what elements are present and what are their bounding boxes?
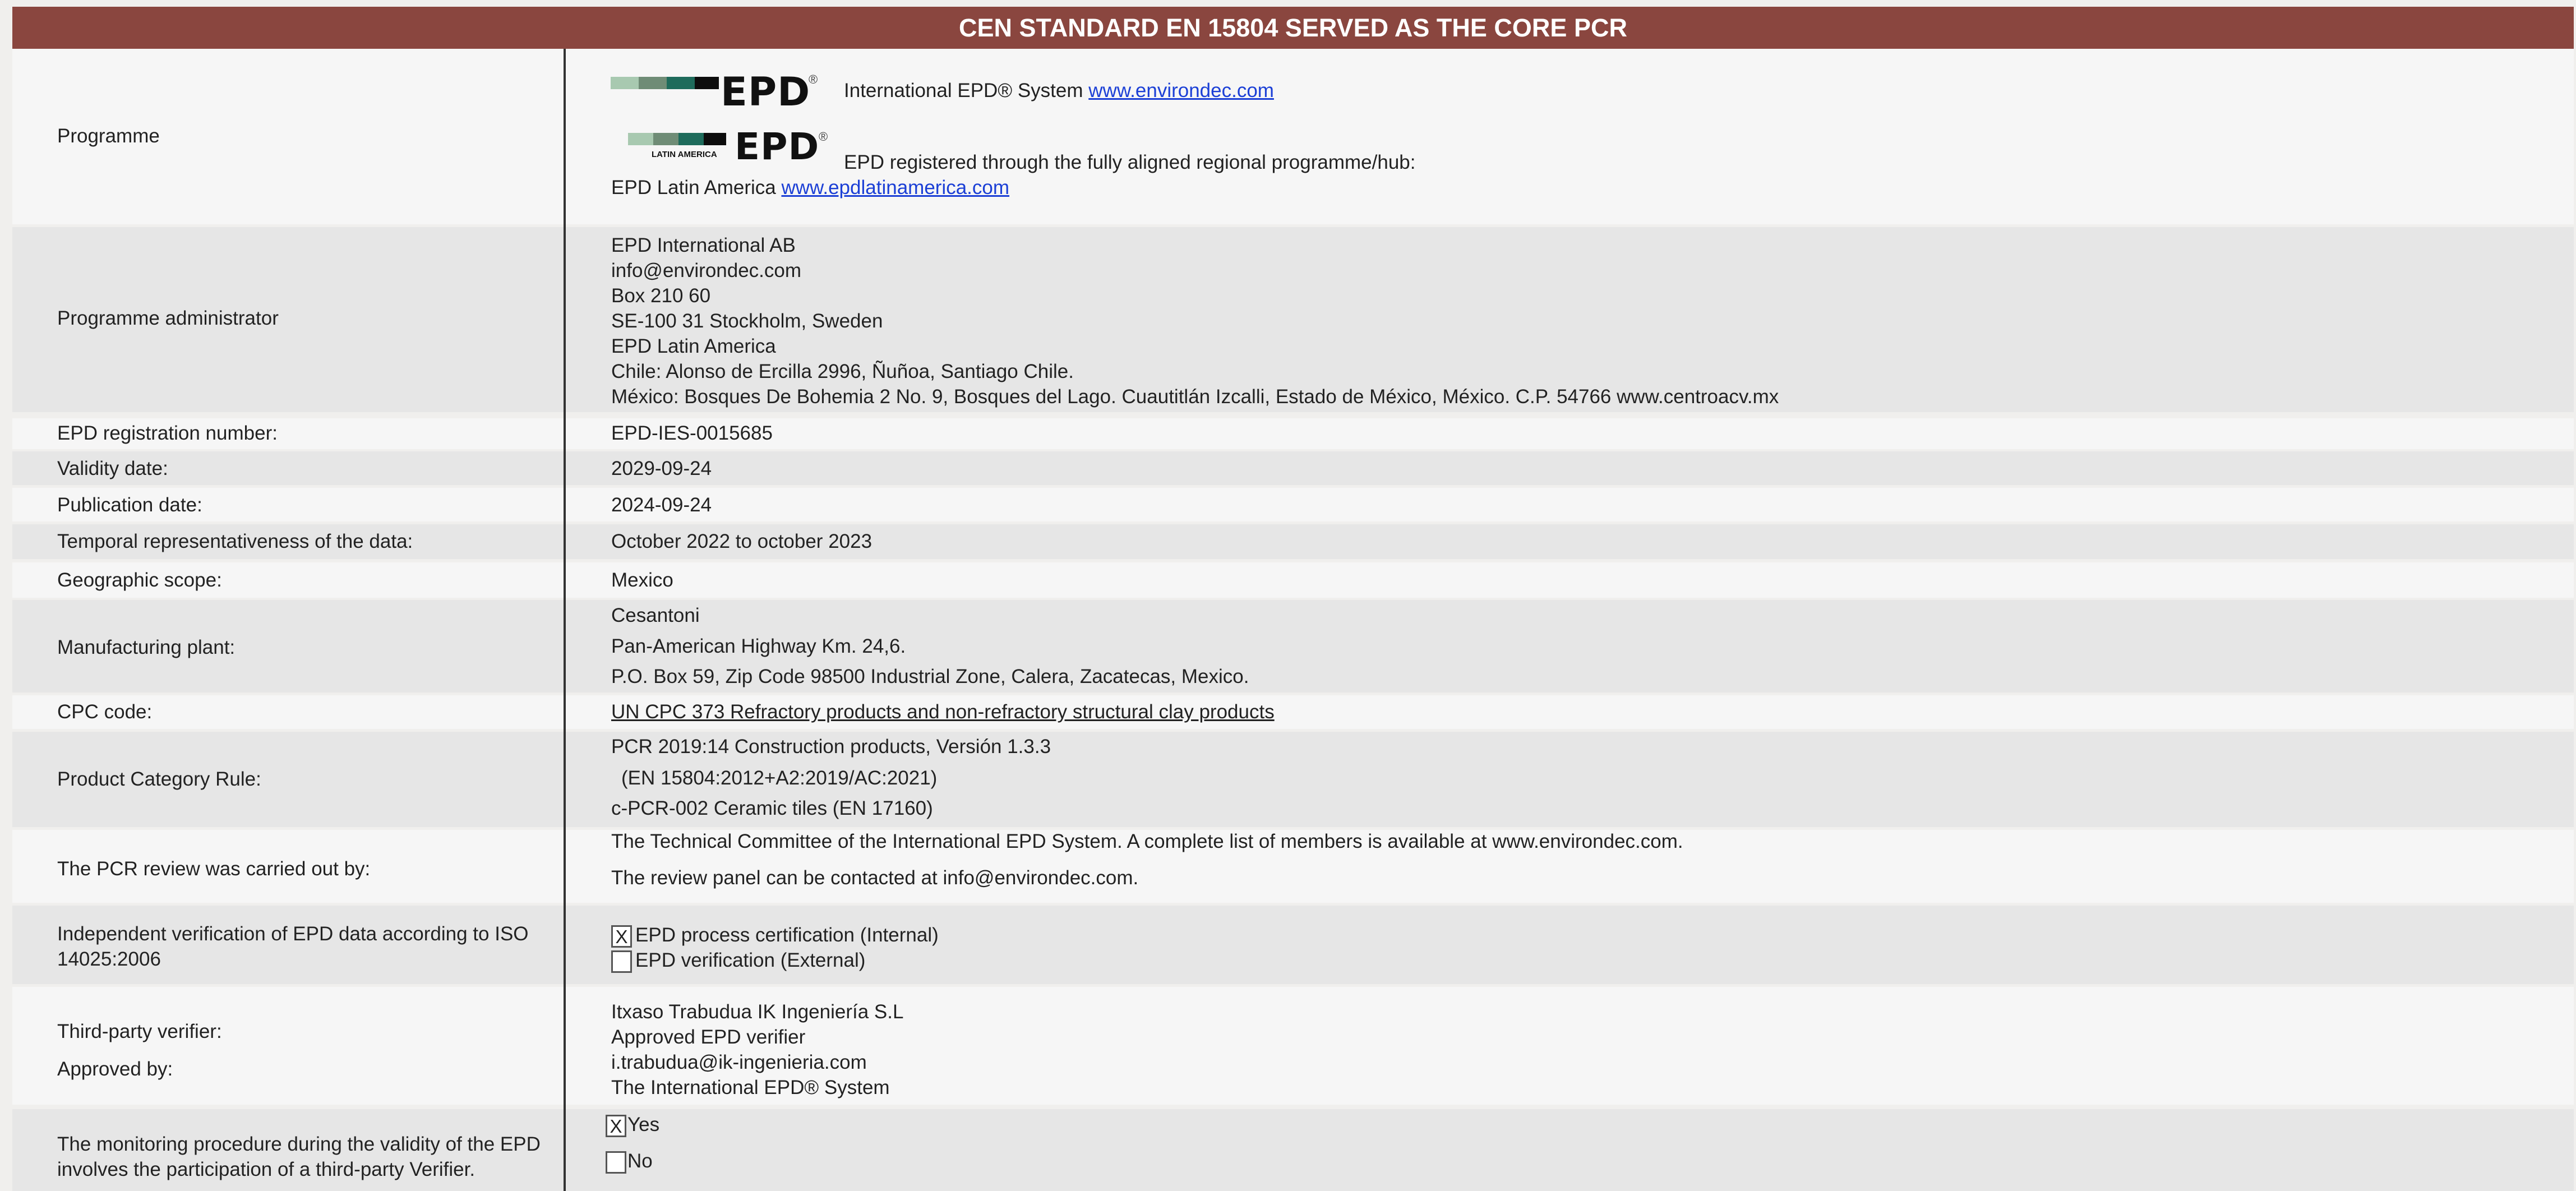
- monitoring-option-yes: X Yes: [606, 1112, 659, 1137]
- plant-line: Pan-American Highway Km. 24,6.: [611, 635, 906, 657]
- row-validity-date: Validity date: 2029-09-24: [12, 451, 2574, 485]
- monitoring-option-label: No: [627, 1150, 653, 1172]
- row-monitoring-procedure: The monitoring procedure during the vali…: [12, 1109, 2574, 1191]
- column-divider: [564, 49, 566, 1191]
- verifier-line: i.trabudua@ik-ingenieria.com: [611, 1051, 867, 1073]
- verifier-line: The International EPD® System: [611, 1077, 890, 1098]
- row-programme-administrator: Programme administrator EPD Internationa…: [12, 227, 2574, 412]
- checkbox-yes[interactable]: X: [606, 1114, 626, 1137]
- row-publication-date: Publication date: 2024-09-24: [12, 488, 2574, 521]
- environdec-link[interactable]: www.environdec.com: [1088, 80, 1274, 101]
- review-line: The review panel can be contacted at inf…: [611, 867, 1139, 889]
- validity-value: 2029-09-24: [611, 458, 712, 479]
- verification-label: Independent verification of EPD data acc…: [57, 923, 529, 970]
- row-third-party-verifier: Third-party verifier: Approved by: Itxas…: [12, 987, 2574, 1105]
- row-programme: Programme EPD ® International EPD® Syste…: [12, 49, 2574, 224]
- review-line: The Technical Committee of the Internati…: [611, 830, 1683, 852]
- row-registration-number: EPD registration number: EPD-IES-0015685: [12, 418, 2574, 449]
- plant-label: Manufacturing plant:: [57, 636, 236, 658]
- epd-logo-text: EPD: [721, 69, 811, 115]
- approved-by-label: Approved by:: [57, 1058, 173, 1080]
- temporal-label: Temporal representativeness of the data:: [57, 530, 413, 552]
- publication-label: Publication date:: [57, 494, 202, 516]
- programme-system-text: International EPD® System: [844, 80, 1089, 101]
- admin-line: EPD Latin America: [611, 335, 776, 357]
- admin-line: Chile: Alonso de Ercilla 2996, Ñuñoa, Sa…: [611, 361, 1074, 382]
- row-independent-verification: Independent verification of EPD data acc…: [12, 906, 2574, 984]
- admin-line: México: Bosques De Bohemia 2 No. 9, Bosq…: [611, 386, 1779, 408]
- monitoring-label: The monitoring procedure during the vali…: [57, 1133, 541, 1180]
- verification-option-internal: X EPD process certification (Internal): [611, 922, 939, 948]
- registered-mark: ®: [819, 130, 828, 144]
- admin-line: info@environdec.com: [611, 260, 802, 281]
- registered-mark: ®: [809, 72, 818, 86]
- validity-label: Validity date:: [57, 458, 168, 479]
- latin-america-label: LATIN AMERICA: [652, 150, 717, 159]
- cpc-value: UN CPC 373 Refractory products and non-r…: [611, 701, 1275, 723]
- epd-latin-america-text: EPD Latin America: [611, 177, 782, 198]
- verifier-line: Approved EPD verifier: [611, 1026, 806, 1048]
- monitoring-option-no: No: [606, 1148, 653, 1174]
- checkbox-internal[interactable]: X: [611, 925, 632, 948]
- pcr-line: (EN 15804:2012+A2:2019/AC:2021): [621, 767, 938, 789]
- admin-line: EPD International AB: [611, 234, 796, 256]
- page-title: CEN STANDARD EN 15804 SERVED AS THE CORE…: [12, 7, 2574, 49]
- registration-label: EPD registration number:: [57, 422, 278, 444]
- review-label: The PCR review was carried out by:: [57, 858, 371, 880]
- registration-value: EPD-IES-0015685: [611, 422, 773, 444]
- verifier-line: Itxaso Trabudua IK Ingeniería S.L: [611, 1001, 904, 1023]
- programme-line-3: EPD Latin America www.epdlatinamerica.co…: [611, 175, 1009, 200]
- geographic-label: Geographic scope:: [57, 569, 222, 591]
- row-temporal-representativeness: Temporal representativeness of the data:…: [12, 524, 2574, 559]
- verification-option-external: EPD verification (External): [611, 948, 865, 973]
- row-manufacturing-plant: Manufacturing plant: Cesantoni Pan-Ameri…: [12, 600, 2574, 693]
- geographic-value: Mexico: [611, 569, 673, 591]
- admin-line: SE-100 31 Stockholm, Sweden: [611, 310, 883, 332]
- checkbox-no[interactable]: [606, 1151, 626, 1174]
- row-cpc-code: CPC code: UN CPC 373 Refractory products…: [12, 695, 2574, 729]
- pcr-line: PCR 2019:14 Construction products, Versi…: [611, 736, 1051, 758]
- row-product-category-rule: Product Category Rule: PCR 2019:14 Const…: [12, 732, 2574, 827]
- pcr-line: c-PCR-002 Ceramic tiles (EN 17160): [611, 797, 933, 819]
- checkbox-external[interactable]: [611, 950, 632, 973]
- row-geographic-scope: Geographic scope: Mexico: [12, 562, 2574, 598]
- programme-line-2: EPD registered through the fully aligned…: [844, 151, 1416, 173]
- verification-option-label: EPD verification (External): [635, 949, 866, 971]
- epd-international-logo: EPD ®: [611, 69, 835, 122]
- temporal-value: October 2022 to october 2023: [611, 530, 872, 552]
- verifier-label: Third-party verifier:: [57, 1021, 222, 1042]
- publication-value: 2024-09-24: [611, 494, 712, 516]
- programme-line-1: International EPD® System www.environdec…: [844, 78, 1274, 103]
- epd-document: CEN STANDARD EN 15804 SERVED AS THE CORE…: [0, 0, 2576, 1191]
- plant-line: Cesantoni: [611, 604, 700, 626]
- plant-line: P.O. Box 59, Zip Code 98500 Industrial Z…: [611, 666, 1249, 687]
- epd-latin-logo-text: EPD: [735, 125, 820, 168]
- cpc-label: CPC code:: [57, 701, 153, 723]
- epd-latin-america-logo: LATIN AMERICA EPD ®: [628, 125, 835, 178]
- row-pcr-review: The PCR review was carried out by: The T…: [12, 830, 2574, 903]
- epdlatinamerica-link[interactable]: www.epdlatinamerica.com: [781, 177, 1009, 198]
- admin-line: Box 210 60: [611, 285, 711, 307]
- admin-label: Programme administrator: [57, 307, 279, 329]
- verification-option-label: EPD process certification (Internal): [635, 924, 939, 946]
- pcr-label: Product Category Rule:: [57, 768, 261, 790]
- programme-label: Programme: [57, 125, 160, 147]
- monitoring-option-label: Yes: [627, 1114, 660, 1135]
